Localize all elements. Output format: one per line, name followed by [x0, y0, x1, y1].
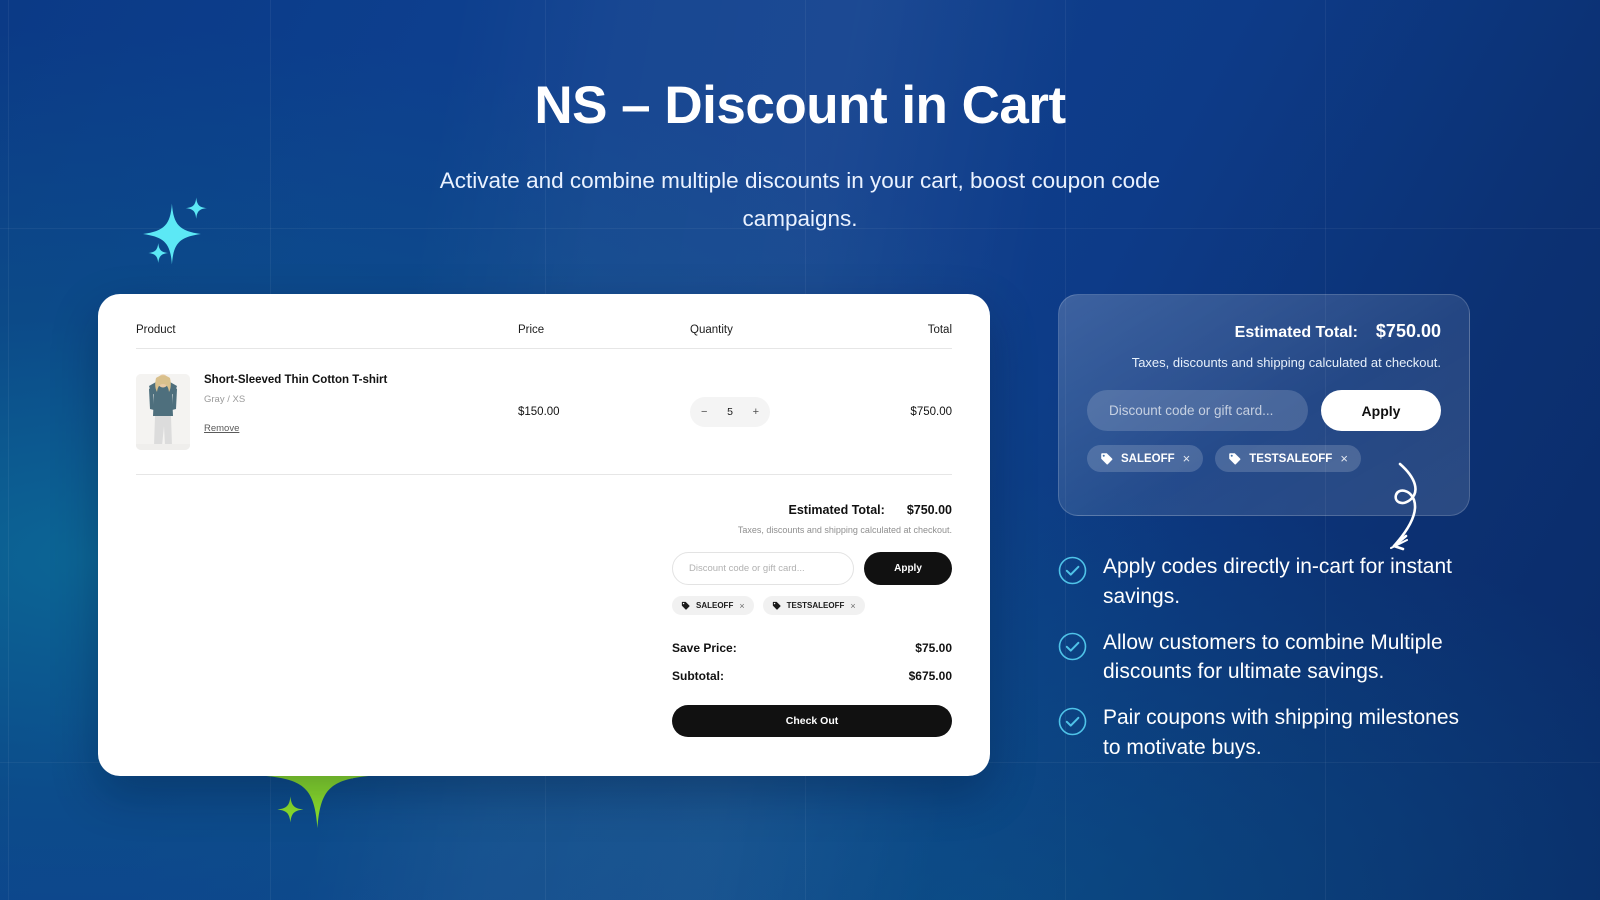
estimated-total-row: Estimated Total: $750.00	[672, 503, 953, 517]
product-cell: Short-Sleeved Thin Cotton T-shirt Gray /…	[136, 374, 518, 450]
tag-icon	[1229, 453, 1241, 465]
curved-arrow-icon	[1358, 462, 1428, 567]
quantity-value: 5	[727, 406, 733, 418]
estimated-total-value: $750.00	[906, 503, 952, 517]
cart-card: Product Price Quantity Total Short-Sleev…	[98, 294, 990, 776]
estimated-total-note: Taxes, discounts and shipping calculated…	[737, 525, 952, 535]
callout-discount-code-input[interactable]	[1087, 390, 1308, 431]
remove-discount-chip-button[interactable]: ×	[739, 601, 744, 611]
product-price: $150.00	[518, 406, 560, 418]
callout-remove-chip-button[interactable]: ×	[1340, 451, 1348, 466]
callout-estimated-total-row: Estimated Total: $750.00	[1087, 321, 1441, 342]
tag-icon	[772, 601, 781, 610]
column-header-product: Product	[136, 324, 176, 336]
discount-chip[interactable]: TESTSALEOFF ×	[762, 596, 865, 615]
callout-remove-chip-button[interactable]: ×	[1183, 451, 1191, 466]
quantity-cell: − 5 +	[690, 397, 858, 427]
remove-discount-chip-button[interactable]: ×	[850, 601, 855, 611]
list-item: Pair coupons with shipping milestones to…	[1058, 703, 1478, 763]
column-header-quantity: Quantity	[690, 324, 733, 336]
column-header-total: Total	[927, 324, 952, 336]
quantity-stepper[interactable]: − 5 +	[690, 397, 770, 427]
page-title: NS – Discount in Cart	[534, 76, 1066, 135]
check-circle-icon	[1058, 707, 1087, 763]
discount-code-input[interactable]	[672, 552, 854, 585]
check-circle-icon	[1058, 632, 1087, 688]
table-row: Short-Sleeved Thin Cotton T-shirt Gray /…	[136, 349, 952, 475]
tag-icon	[1101, 453, 1113, 465]
callout-chip-code: TESTSALEOFF	[1249, 452, 1333, 465]
feature-text: Pair coupons with shipping milestones to…	[1103, 706, 1460, 760]
column-header-price: Price	[518, 324, 545, 336]
subtotal-value: $675.00	[908, 669, 952, 683]
callout-discount-chip[interactable]: SALEOFF ×	[1087, 445, 1204, 472]
discount-chip[interactable]: SALEOFF ×	[672, 596, 754, 615]
callout-estimated-total-value: $750.00	[1375, 321, 1441, 341]
save-price-value: $75.00	[915, 641, 952, 655]
page-subtitle: Activate and combine multiple discounts …	[439, 167, 1161, 232]
subtotal-row: Subtotal: $675.00	[672, 669, 952, 683]
estimated-total-label: Estimated Total:	[788, 503, 885, 517]
quantity-increment-button[interactable]: +	[753, 406, 759, 418]
subtotal-label: Subtotal:	[672, 669, 724, 683]
check-circle-icon	[1058, 556, 1087, 612]
feature-text: Allow customers to combine Multiple disc…	[1103, 630, 1443, 684]
discount-code-row: Apply	[672, 552, 952, 585]
callout-apply-button[interactable]: Apply	[1321, 390, 1441, 431]
product-name: Short-Sleeved Thin Cotton T-shirt	[204, 374, 388, 386]
checkout-button[interactable]: Check Out	[672, 705, 952, 737]
list-item: Allow customers to combine Multiple disc…	[1058, 628, 1478, 688]
quantity-decrement-button[interactable]: −	[701, 406, 707, 418]
remove-item-link[interactable]: Remove	[204, 423, 239, 434]
callout-note: Taxes, discounts and shipping calculated…	[1131, 355, 1441, 370]
cart-table-header: Product Price Quantity Total	[136, 324, 952, 349]
cart-summary: Estimated Total: $750.00 Taxes, discount…	[672, 475, 952, 737]
save-price-label: Save Price:	[672, 641, 737, 655]
feature-list: Apply codes directly in-cart for instant…	[1058, 552, 1478, 779]
product-line-total: $750.00	[910, 406, 952, 418]
callout-discount-code-row: Apply	[1087, 390, 1441, 431]
callout-estimated-total-label: Estimated Total:	[1234, 324, 1358, 341]
callout-chip-code: SALEOFF	[1121, 452, 1175, 465]
applied-discount-chips: SALEOFF × TESTSALEOFF ×	[672, 596, 952, 615]
save-price-row: Save Price: $75.00	[672, 641, 952, 655]
apply-discount-button[interactable]: Apply	[864, 552, 952, 585]
tag-icon	[681, 601, 690, 610]
page-header: NS – Discount in Cart Activate and combi…	[0, 78, 1600, 239]
discount-chip-code: TESTSALEOFF	[786, 601, 845, 610]
callout-discount-chip[interactable]: TESTSALEOFF ×	[1215, 445, 1361, 472]
product-thumbnail	[136, 374, 190, 450]
product-variant: Gray / XS	[204, 393, 246, 405]
discount-chip-code: SALEOFF	[696, 601, 734, 610]
